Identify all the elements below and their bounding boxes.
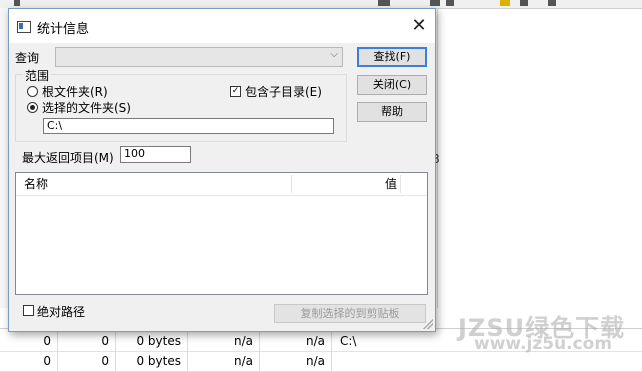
table-cell: 0 (58, 351, 116, 371)
max-items-label: 最大返回项目(M) (22, 151, 114, 165)
close-icon[interactable]: ✕ (405, 13, 433, 39)
include-subdirs-label[interactable]: 包含子目录(E) (245, 83, 322, 100)
absolute-path-checkbox[interactable] (23, 305, 34, 316)
find-button[interactable]: 查找(F) (357, 47, 427, 67)
table-cell: n/a (188, 331, 260, 351)
include-subdirs-checkbox[interactable]: ✓ (230, 86, 241, 97)
table-cell: 0 (0, 351, 58, 371)
results-listview[interactable]: 名称 值 (15, 172, 428, 295)
table-cell: n/a (260, 351, 332, 371)
toolbar-icon-fragment (548, 0, 556, 6)
table-cell: n/a (260, 331, 332, 351)
column-divider[interactable] (291, 175, 292, 193)
column-header-name[interactable]: 名称 (24, 173, 48, 195)
table-cell: C:\ (340, 334, 357, 348)
column-header-value[interactable]: 值 (385, 173, 397, 195)
table-cell: 0 bytes (116, 331, 188, 351)
dialog-title: 统计信息 (37, 22, 90, 37)
help-button[interactable]: 帮助 (357, 102, 427, 122)
table-cell (334, 351, 434, 371)
site-watermark: JZSU绿色下载 www.jz5u.com (458, 308, 625, 354)
query-combobox[interactable]: ⌵ (55, 47, 343, 67)
toolbar-icon-fragment (378, 0, 390, 6)
column-divider[interactable] (400, 175, 401, 193)
watermark-url-text: www.jz5u.com (474, 334, 613, 354)
folder-path-input[interactable]: C:\ (43, 118, 334, 134)
toolbar-icon-fragment (520, 0, 528, 6)
chevron-down-icon[interactable]: ⌵ (330, 49, 338, 60)
table-cell: 0 (58, 331, 116, 351)
table-cell: n/a (188, 351, 260, 371)
table-cell: 0 bytes (116, 351, 188, 371)
toolbar-icon-fragment (14, 0, 20, 6)
toolbar-icon-fragment (430, 0, 440, 6)
toolbar-icon-fragment (446, 0, 454, 6)
root-folder-label[interactable]: 根文件夹(R) (42, 83, 108, 100)
scope-label: 范围 (23, 67, 52, 84)
close-button[interactable]: 关闭(C) (357, 75, 427, 95)
selected-folder-label[interactable]: 选择的文件夹(S) (42, 99, 131, 116)
table-cell: 0 (0, 331, 58, 351)
resize-grip-icon[interactable] (423, 319, 433, 329)
dialog-titlebar[interactable]: 统计信息 ✕ (9, 9, 435, 43)
toolbar-icon-fragment (500, 0, 510, 6)
selected-folder-radio[interactable] (27, 102, 38, 113)
max-items-input[interactable]: 100 (120, 146, 191, 163)
statistics-dialog: 统计信息 ✕ 查询 ⌵ 查找(F) 关闭(C) 帮助 范围 根文件夹(R) 选择… (8, 8, 436, 332)
copy-to-clipboard-button[interactable]: 复制选择的到剪贴板 (274, 304, 426, 323)
absolute-path-label[interactable]: 绝对路径 (37, 303, 85, 320)
query-label: 查询 (15, 51, 40, 65)
root-folder-radio[interactable] (27, 86, 38, 97)
app-window-icon (17, 21, 31, 33)
results-header: 名称 值 (16, 173, 427, 196)
